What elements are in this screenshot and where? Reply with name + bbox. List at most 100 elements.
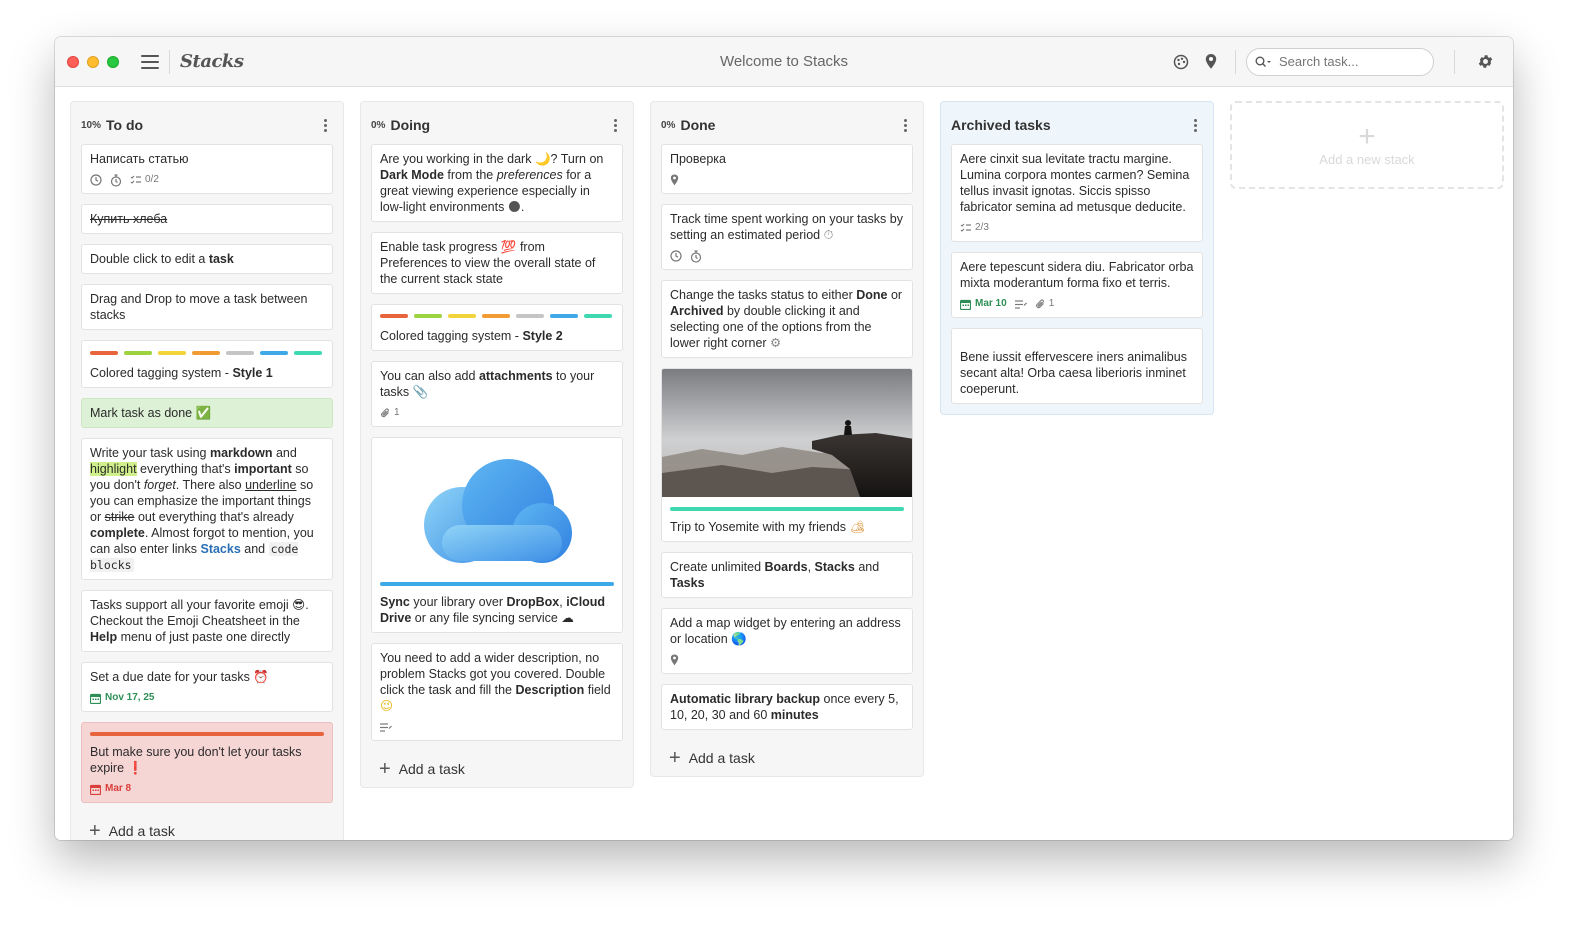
stack-title[interactable]: To do bbox=[106, 117, 143, 133]
task-text: or bbox=[887, 288, 903, 302]
task-card-done[interactable]: Mark task as done ✅ bbox=[81, 398, 333, 428]
task-card[interactable]: Write your task using markdown and highl… bbox=[81, 438, 333, 580]
task-card[interactable]: Add a map widget by entering an address … bbox=[661, 608, 913, 674]
task-text-bold: minutes bbox=[770, 708, 819, 722]
tag-yellow bbox=[158, 351, 186, 355]
stack-title[interactable]: Doing bbox=[390, 117, 430, 133]
tag-blue bbox=[550, 314, 578, 318]
menu-icon[interactable] bbox=[141, 54, 159, 69]
tag-teal bbox=[294, 351, 322, 355]
plus-icon: + bbox=[379, 758, 391, 780]
stack-progress: 10% bbox=[81, 119, 102, 131]
tag-bar-blue bbox=[380, 582, 614, 586]
tag-orange bbox=[192, 351, 220, 355]
task-card[interactable]: Create unlimited Boards, Stacks and Task… bbox=[661, 552, 913, 598]
task-card[interactable]: You need to add a wider description, no … bbox=[371, 643, 623, 741]
location-pin-icon[interactable] bbox=[1201, 52, 1221, 72]
task-meta: Nov 17, 25 bbox=[90, 691, 324, 705]
calendar-icon bbox=[90, 693, 101, 704]
task-text: Are you working in the dark bbox=[380, 152, 535, 166]
task-card[interactable]: Sync your library over DropBox, iCloud D… bbox=[371, 437, 623, 633]
task-text-bold: Dark Mode bbox=[380, 168, 444, 182]
tag-teal bbox=[584, 314, 612, 318]
description-icon bbox=[1014, 299, 1027, 309]
add-task-button[interactable]: + Add a task bbox=[81, 813, 333, 840]
title-bar: Stacks Welcome to Stacks bbox=[55, 37, 1513, 87]
task-card[interactable]: Set a due date for your tasks ⏰ Nov 17, … bbox=[81, 662, 333, 712]
task-meta bbox=[670, 653, 904, 667]
task-meta: 1 bbox=[380, 406, 614, 420]
task-text-bold: Boards bbox=[764, 560, 808, 574]
task-card[interactable]: Aere tepescunt sidera diu. Fabricator or… bbox=[951, 252, 1203, 318]
task-card[interactable]: Drag and Drop to move a task between sta… bbox=[81, 284, 333, 330]
tag-red bbox=[90, 351, 118, 355]
attachment-count: 1 bbox=[1035, 296, 1054, 312]
task-card[interactable]: Double click to edit a task bbox=[81, 244, 333, 274]
yosemite-photo bbox=[662, 369, 912, 497]
task-link[interactable]: Stacks bbox=[200, 542, 240, 556]
task-meta bbox=[670, 249, 904, 263]
more-options-icon[interactable] bbox=[1190, 117, 1201, 134]
task-text: your library over bbox=[409, 595, 507, 609]
sunglasses-emoji: 😎 bbox=[292, 597, 306, 612]
task-meta: 0/2 bbox=[90, 173, 324, 187]
add-stack-button[interactable]: + Add a new stack bbox=[1230, 101, 1504, 189]
task-text: or any file syncing service bbox=[411, 611, 562, 625]
more-options-icon[interactable] bbox=[900, 117, 911, 134]
window-controls bbox=[67, 55, 119, 68]
task-body: Trip to Yosemite with my friends 🏕 bbox=[662, 497, 912, 541]
app-window: Stacks Welcome to Stacks Search task... … bbox=[55, 37, 1513, 840]
task-card[interactable]: Are you working in the dark 🌙? Turn on D… bbox=[371, 144, 623, 222]
task-card[interactable]: Проверка bbox=[661, 144, 913, 194]
theme-icon[interactable] bbox=[1171, 52, 1191, 72]
task-text: and bbox=[854, 560, 880, 574]
task-text: Aere cinxit sua levitate tractu margine.… bbox=[960, 152, 1190, 214]
gear-icon[interactable] bbox=[1475, 52, 1495, 72]
subtasks-icon bbox=[130, 175, 142, 185]
tag-blue bbox=[260, 351, 288, 355]
tag-gray bbox=[516, 314, 544, 318]
stack-title[interactable]: Done bbox=[680, 117, 715, 133]
task-card[interactable]: Купить хлеба bbox=[81, 204, 333, 234]
task-card[interactable]: Track time spent working on your tasks b… bbox=[661, 204, 913, 270]
task-text: . bbox=[520, 200, 525, 214]
more-options-icon[interactable] bbox=[610, 117, 621, 134]
task-card[interactable]: Colored tagging system - Style 2 bbox=[371, 304, 623, 351]
task-text: Colored tagging system - bbox=[380, 329, 523, 343]
task-card[interactable]: Colored tagging system - Style 1 bbox=[81, 340, 333, 388]
add-task-button[interactable]: + Add a task bbox=[371, 751, 623, 787]
tag-bar bbox=[90, 351, 324, 355]
task-card[interactable]: Automatic library backup once every 5, 1… bbox=[661, 684, 913, 730]
task-text: menu of just paste one directly bbox=[117, 630, 291, 644]
more-options-icon[interactable] bbox=[320, 117, 331, 134]
task-card[interactable]: Написать статью 0/2 bbox=[81, 144, 333, 194]
task-card[interactable]: Tasks support all your favorite emoji 😎.… bbox=[81, 590, 333, 652]
task-card-expired[interactable]: But make sure you don't let your tasks e… bbox=[81, 722, 333, 803]
task-text: Bene iussit effervescere iners animalibu… bbox=[960, 350, 1187, 396]
stack-title[interactable]: Archived tasks bbox=[951, 117, 1051, 133]
task-text-bold: Tasks bbox=[670, 576, 705, 590]
minimize-window-button[interactable] bbox=[87, 55, 99, 68]
task-text: . There also bbox=[175, 478, 246, 492]
add-stack-label: Add a new stack bbox=[1319, 151, 1415, 167]
task-card[interactable]: Bene iussit effervescere iners animalibu… bbox=[951, 328, 1203, 404]
task-card[interactable]: Enable task progress 💯 from Preferences … bbox=[371, 232, 623, 294]
add-task-button[interactable]: + Add a task bbox=[661, 740, 913, 776]
subtasks-icon bbox=[960, 223, 972, 233]
task-card[interactable]: Aere cinxit sua levitate tractu margine.… bbox=[951, 144, 1203, 242]
search-input[interactable] bbox=[1279, 54, 1419, 69]
search-box[interactable] bbox=[1246, 47, 1434, 76]
wink-emoji: 😉 bbox=[380, 698, 394, 713]
task-meta: Mar 10 1 bbox=[960, 297, 1194, 311]
task-card[interactable]: Trip to Yosemite with my friends 🏕 bbox=[661, 368, 913, 542]
task-card[interactable]: You can also add attachments to your tas… bbox=[371, 361, 623, 427]
toolbar-divider bbox=[169, 49, 170, 74]
task-text: Colored tagging system - bbox=[90, 366, 233, 380]
task-text-bold: attachments bbox=[478, 369, 553, 383]
close-window-button[interactable] bbox=[67, 55, 79, 68]
task-card[interactable]: Change the tasks status to either Done o… bbox=[661, 280, 913, 358]
task-text: and bbox=[240, 542, 269, 556]
task-text-bold: Style 2 bbox=[522, 329, 563, 343]
task-text-italic: preferences bbox=[496, 168, 563, 182]
zoom-window-button[interactable] bbox=[107, 55, 119, 68]
